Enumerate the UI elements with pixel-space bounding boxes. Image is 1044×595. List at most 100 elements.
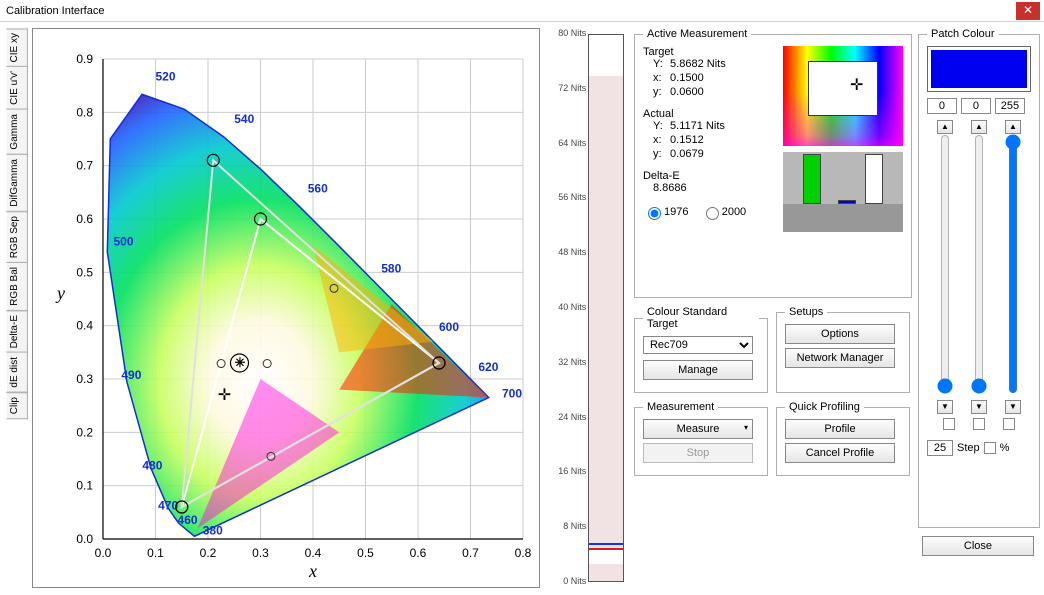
manage-button[interactable]: Manage <box>643 360 753 380</box>
active-measurement-legend: Active Measurement <box>643 28 751 40</box>
svg-text:0.5: 0.5 <box>357 546 374 560</box>
svg-text:0.9: 0.9 <box>76 52 93 66</box>
deltae-header: Delta-E <box>643 170 773 182</box>
tab-rgb-sep[interactable]: RGB Sep <box>6 211 28 263</box>
patch-r-input[interactable] <box>927 98 957 114</box>
step-input[interactable] <box>927 440 953 456</box>
svg-text:0.7: 0.7 <box>462 546 479 560</box>
nits-tick: 8 Nits <box>544 521 586 531</box>
g-down-button[interactable]: ▼ <box>971 400 987 414</box>
r-down-button[interactable]: ▼ <box>937 400 953 414</box>
quick-profiling-legend: Quick Profiling <box>785 401 864 413</box>
tab-strip: CIE xy CIE u'v' Gamma DifGamma RGB Sep R… <box>6 28 28 589</box>
hue-preview: ✛ <box>783 46 903 146</box>
close-button[interactable]: Close <box>922 536 1034 556</box>
nits-tick: 24 Nits <box>544 412 586 422</box>
nits-tick: 64 Nits <box>544 138 586 148</box>
measurement-group: Measurement Measure ▾ Stop <box>634 401 768 476</box>
colour-standard-group: Colour Standard Target Rec709 Manage <box>634 306 768 393</box>
quick-profiling-group: Quick Profiling Profile Cancel Profile <box>776 401 910 476</box>
svg-text:380: 380 <box>203 524 223 538</box>
setups-group: Setups Options Network Manager <box>776 306 910 393</box>
b-down-button[interactable]: ▼ <box>1005 400 1021 414</box>
svg-text:580: 580 <box>381 261 401 275</box>
b-lock-checkbox[interactable] <box>1003 418 1015 430</box>
dropdown-icon[interactable]: ▾ <box>744 423 748 432</box>
cie-chart: 0.00.10.20.30.40.50.60.70.80.00.10.20.30… <box>32 28 540 588</box>
svg-text:✳: ✳ <box>234 355 245 370</box>
svg-text:0.6: 0.6 <box>76 212 93 226</box>
g-lock-checkbox[interactable] <box>973 418 985 430</box>
stop-button[interactable]: Stop <box>643 443 753 463</box>
svg-text:0.8: 0.8 <box>76 105 93 119</box>
patch-swatch <box>927 46 1031 92</box>
r-up-button[interactable]: ▲ <box>937 120 953 134</box>
svg-text:600: 600 <box>439 320 459 334</box>
tab-de-dist[interactable]: dE dist <box>6 352 28 393</box>
svg-text:0.1: 0.1 <box>147 546 164 560</box>
svg-text:620: 620 <box>478 360 498 374</box>
svg-text:0.4: 0.4 <box>76 319 93 333</box>
g-up-button[interactable]: ▲ <box>971 120 987 134</box>
window-close-button[interactable]: ✕ <box>1016 2 1040 20</box>
nits-tick: 80 Nits <box>544 28 586 38</box>
tab-delta-e[interactable]: Delta-E <box>6 310 28 353</box>
r-slider[interactable] <box>937 134 953 394</box>
svg-text:480: 480 <box>142 459 162 473</box>
percent-label: % <box>1000 442 1010 454</box>
profile-button[interactable]: Profile <box>785 419 895 439</box>
b-up-button[interactable]: ▲ <box>1005 120 1021 134</box>
nits-tick: 16 Nits <box>544 466 586 476</box>
radio-2000[interactable]: 2000 <box>701 206 746 218</box>
svg-text:0.5: 0.5 <box>76 265 93 279</box>
patch-colour-legend: Patch Colour <box>927 28 999 40</box>
svg-text:520: 520 <box>155 69 175 83</box>
svg-text:✛: ✛ <box>218 387 231 404</box>
setups-legend: Setups <box>785 306 827 318</box>
svg-text:0.2: 0.2 <box>76 425 93 439</box>
tab-gamma[interactable]: Gamma <box>6 109 28 155</box>
tab-clip[interactable]: Clip <box>6 392 28 419</box>
svg-text:500: 500 <box>113 235 133 249</box>
step-label: Step <box>957 442 980 454</box>
nits-tick: 48 Nits <box>544 247 586 257</box>
tab-difgamma[interactable]: DifGamma <box>6 154 28 212</box>
actual-Y: 5.1171 Nits <box>670 120 725 132</box>
svg-text:540: 540 <box>234 112 254 126</box>
target-header: Target <box>643 46 773 58</box>
actual-y: 0.0679 <box>670 148 704 160</box>
measurement-legend: Measurement <box>643 401 718 413</box>
nits-tick: 0 Nits <box>544 576 586 586</box>
title-bar: Calibration Interface ✕ <box>0 0 1044 22</box>
active-measurement-group: Active Measurement Target Y: 5.8682 Nits… <box>634 28 912 298</box>
tab-cie-uv[interactable]: CIE u'v' <box>6 66 28 110</box>
colour-standard-select[interactable]: Rec709 <box>643 336 753 354</box>
g-slider[interactable] <box>971 134 987 394</box>
measure-button[interactable]: Measure ▾ <box>643 419 753 439</box>
tab-rgb-bal[interactable]: RGB Bal <box>6 262 28 311</box>
percent-checkbox[interactable] <box>984 442 996 454</box>
window-title: Calibration Interface <box>6 5 104 17</box>
svg-text:0.7: 0.7 <box>76 159 93 173</box>
svg-text:0.1: 0.1 <box>76 479 93 493</box>
nits-tick: 40 Nits <box>544 302 586 312</box>
svg-text:0.2: 0.2 <box>200 546 217 560</box>
svg-text:0.8: 0.8 <box>515 546 532 560</box>
nits-tick: 32 Nits <box>544 357 586 367</box>
network-manager-button[interactable]: Network Manager <box>785 348 895 368</box>
actual-x: 0.1512 <box>670 134 704 146</box>
options-button[interactable]: Options <box>785 324 895 344</box>
deltae-value: 8.8686 <box>643 182 773 194</box>
radio-1976[interactable]: 1976 <box>643 206 688 218</box>
patch-b-input[interactable] <box>995 98 1025 114</box>
r-lock-checkbox[interactable] <box>943 418 955 430</box>
target-Y: 5.8682 Nits <box>670 58 726 70</box>
b-slider[interactable] <box>1005 134 1021 394</box>
svg-text:x: x <box>308 561 317 581</box>
tab-cie-xy[interactable]: CIE xy <box>6 28 28 67</box>
svg-text:0.3: 0.3 <box>76 372 93 386</box>
actual-header: Actual <box>643 108 773 120</box>
patch-g-input[interactable] <box>961 98 991 114</box>
rgb-bars-preview <box>783 152 903 232</box>
cancel-profile-button[interactable]: Cancel Profile <box>785 443 895 463</box>
